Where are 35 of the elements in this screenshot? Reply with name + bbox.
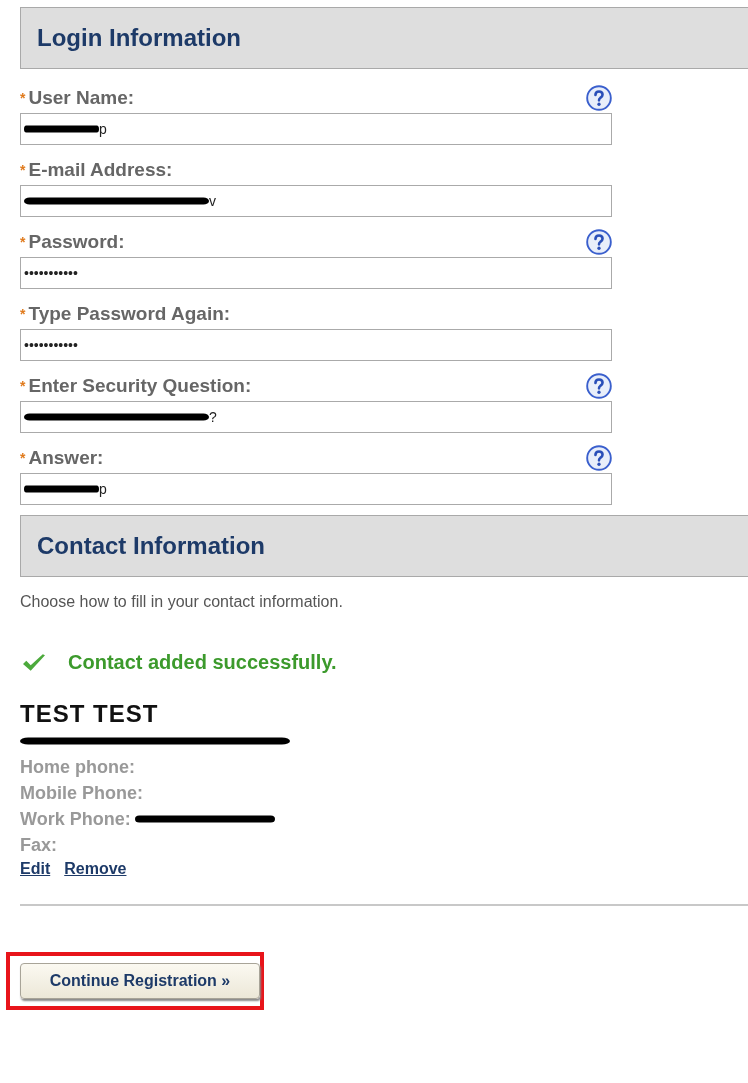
continue-button[interactable]: Continue Registration » bbox=[20, 963, 260, 999]
input-field[interactable]: p bbox=[20, 473, 612, 505]
field-value: p bbox=[99, 121, 107, 137]
section-title: Login Information bbox=[37, 24, 241, 52]
required-mark: * bbox=[20, 162, 26, 178]
field-value: ••••••••••• bbox=[24, 265, 78, 281]
help-icon[interactable] bbox=[586, 445, 612, 471]
required-mark: * bbox=[20, 234, 26, 250]
intro-text: Choose how to fill in your contact information. bbox=[20, 593, 344, 611]
field-value: ? bbox=[209, 409, 217, 425]
required-mark: * bbox=[20, 90, 26, 106]
contact-detail: Mobile Phone: bbox=[20, 782, 143, 804]
help-icon[interactable] bbox=[586, 373, 612, 399]
action-link[interactable]: Remove bbox=[64, 860, 127, 878]
contact-detail: Home phone: bbox=[20, 756, 135, 778]
field-value: ••••••••••• bbox=[24, 337, 78, 353]
contact-name: TEST TEST bbox=[20, 700, 160, 728]
section-title: Contact Information bbox=[37, 532, 265, 560]
success-message: Contact added successfully. bbox=[68, 651, 337, 674]
input-field[interactable]: ? bbox=[20, 401, 612, 433]
input-field[interactable]: ••••••••••• bbox=[20, 329, 612, 361]
field-value: p bbox=[99, 481, 107, 497]
required-mark: * bbox=[20, 450, 26, 466]
input-field[interactable]: v bbox=[20, 185, 612, 217]
help-icon[interactable] bbox=[586, 85, 612, 111]
contact-detail: Work Phone: bbox=[20, 808, 131, 830]
contact-detail: Fax: bbox=[20, 834, 57, 856]
required-mark: * bbox=[20, 378, 26, 394]
field-value: v bbox=[209, 193, 216, 209]
check-icon bbox=[20, 651, 48, 674]
input-field[interactable]: ••••••••••• bbox=[20, 257, 612, 289]
input-field[interactable]: p bbox=[20, 113, 612, 145]
required-mark: * bbox=[20, 306, 26, 322]
action-link[interactable]: Edit bbox=[20, 860, 51, 878]
help-icon[interactable] bbox=[586, 229, 612, 255]
